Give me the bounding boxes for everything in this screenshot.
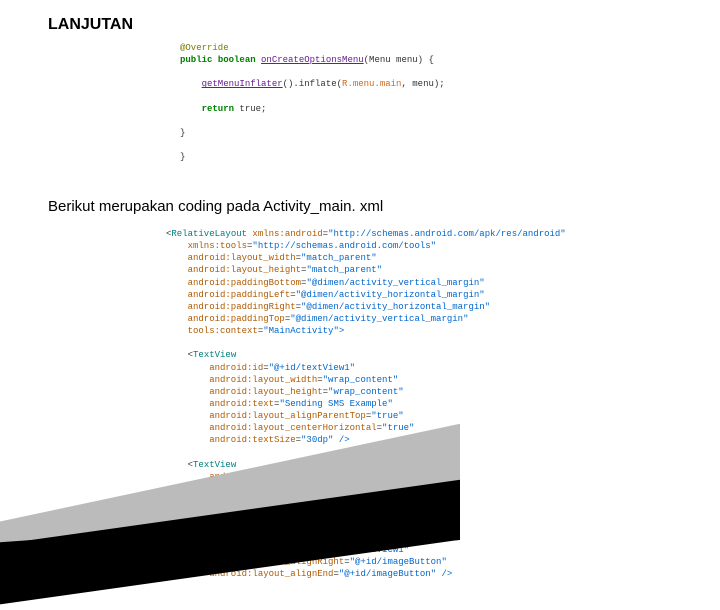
page-title: LANJUTAN bbox=[48, 16, 133, 34]
section-caption: Berikut merupakan coding pada Activity_m… bbox=[48, 198, 383, 215]
decorative-stripes bbox=[0, 460, 410, 550]
java-code-block: @Override public boolean onCreateOptions… bbox=[180, 42, 445, 163]
